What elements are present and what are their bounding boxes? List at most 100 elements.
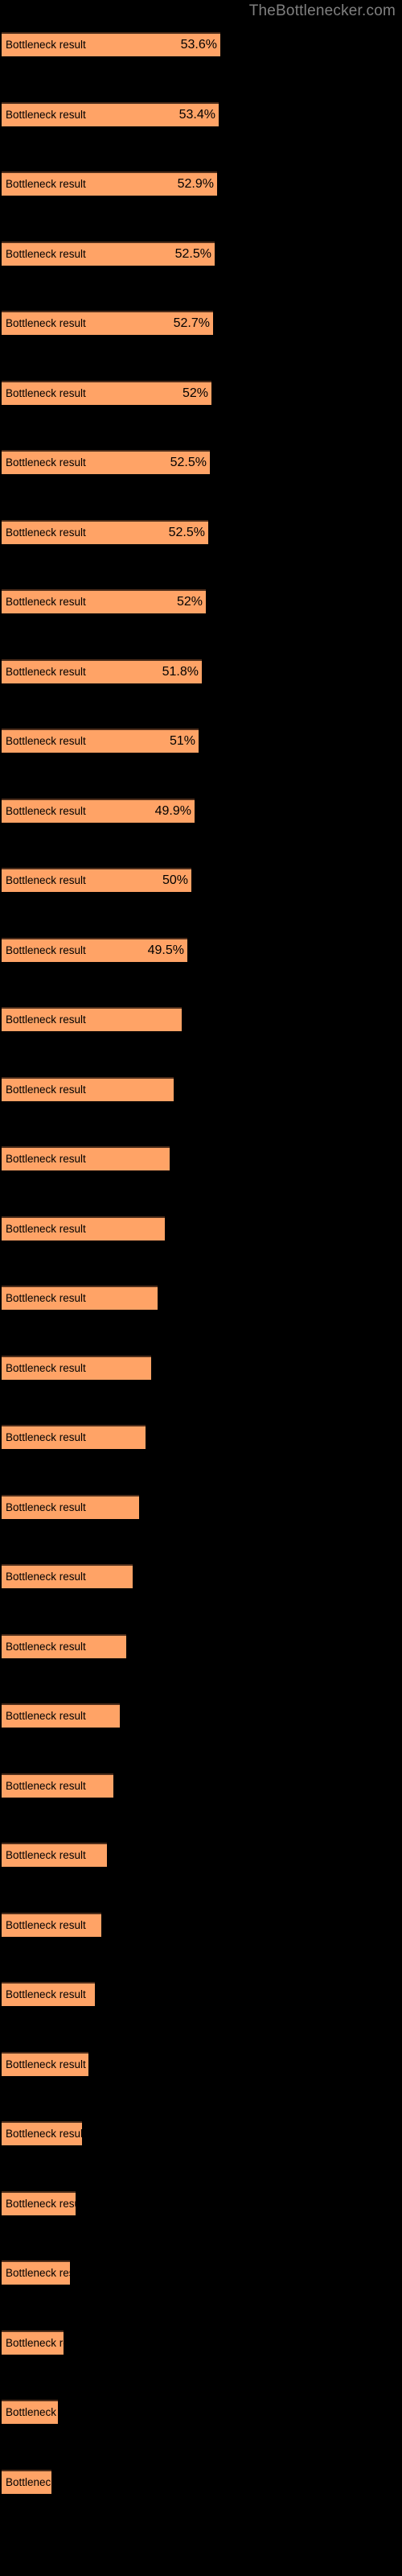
bar[interactable]: Bottleneck result xyxy=(2,1355,151,1380)
bar-row[interactable]: Bottleneck result xyxy=(0,1075,402,1103)
bar[interactable]: Bottleneck result xyxy=(2,1703,120,1728)
bar[interactable]: Bottleneck result xyxy=(2,1425,146,1449)
bar-row[interactable]: Bottleneck result 52.7% xyxy=(0,309,402,336)
bar-label: Bottleneck result xyxy=(6,1222,86,1235)
bar-row[interactable]: Bottleneck result xyxy=(0,1633,402,1660)
bar[interactable]: Bottleneck result xyxy=(2,1007,182,1031)
bar-row[interactable]: Bottleneck result xyxy=(0,2120,402,2147)
bar[interactable]: Bottleneck result xyxy=(2,1146,170,1170)
bar[interactable]: Bottleneck result xyxy=(2,2469,51,2494)
bar[interactable]: Bottleneck result 53.4% xyxy=(2,101,219,126)
bar[interactable]: Bottleneck result 51% xyxy=(2,729,199,753)
bar[interactable]: Bottleneck result xyxy=(2,2121,82,2145)
bar[interactable]: Bottleneck result xyxy=(2,1843,107,1867)
bar-row[interactable]: Bottleneck result xyxy=(0,1563,402,1590)
bar[interactable]: Bottleneck result xyxy=(2,1286,158,1310)
bar-row[interactable]: Bottleneck result 49.9% xyxy=(0,797,402,824)
bar[interactable]: Bottleneck result xyxy=(2,2400,58,2424)
bar-row[interactable]: Bottleneck result xyxy=(0,2259,402,2286)
bar[interactable]: Bottleneck result xyxy=(2,1633,126,1658)
bar-row[interactable]: Bottleneck result xyxy=(0,1980,402,2008)
bar-row[interactable]: Bottleneck result xyxy=(0,2398,402,2425)
bar-value: 53.6% xyxy=(180,38,217,52)
bar-row[interactable]: Bottleneck result 49.5% xyxy=(0,936,402,964)
bar-row[interactable]: Bottleneck result 51% xyxy=(0,727,402,754)
bar-value: 51% xyxy=(169,734,195,748)
bar-row[interactable]: Bottleneck result xyxy=(0,1493,402,1521)
bar[interactable]: Bottleneck result xyxy=(2,2190,76,2215)
bar-row[interactable]: Bottleneck result xyxy=(0,1841,402,1868)
bar[interactable]: Bottleneck result 52.7% xyxy=(2,311,213,335)
bar-row[interactable]: Bottleneck result xyxy=(0,1284,402,1311)
bar-label: Bottleneck result xyxy=(6,2267,70,2279)
bar-row[interactable]: Bottleneck result 53.4% xyxy=(0,101,402,128)
bar-label: Bottleneck result xyxy=(6,2475,51,2488)
bar-label: Bottleneck result xyxy=(6,1988,86,2000)
bar-row[interactable]: Bottleneck result xyxy=(0,2190,402,2217)
bar-row[interactable]: Bottleneck result 52.5% xyxy=(0,448,402,476)
bar[interactable]: Bottleneck result 49.5% xyxy=(2,937,187,962)
bar-label: Bottleneck result xyxy=(6,1918,86,1931)
bar-row[interactable]: Bottleneck result 52.5% xyxy=(0,240,402,267)
bar-label: Bottleneck result xyxy=(6,1640,86,1653)
bar[interactable]: Bottleneck result xyxy=(2,1564,133,1588)
bar-row[interactable]: Bottleneck result xyxy=(0,2468,402,2496)
bar[interactable]: Bottleneck result xyxy=(2,1216,165,1241)
bar-row[interactable]: Bottleneck result xyxy=(0,2050,402,2078)
bar-label: Bottleneck result xyxy=(6,1710,86,1722)
bar-label: Bottleneck result xyxy=(6,178,86,190)
bar-row[interactable]: Bottleneck result xyxy=(0,1423,402,1451)
bar-row[interactable]: Bottleneck result 50% xyxy=(0,866,402,894)
bar-row[interactable]: Bottleneck result xyxy=(0,1005,402,1033)
bar-row[interactable]: Bottleneck result xyxy=(0,1702,402,1729)
bar-row[interactable]: Bottleneck result 52% xyxy=(0,588,402,615)
bar-label: Bottleneck result xyxy=(6,1292,86,1304)
bar[interactable]: Bottleneck result xyxy=(2,1912,101,1937)
bar-row[interactable]: Bottleneck result xyxy=(0,1215,402,1242)
bar[interactable]: Bottleneck result xyxy=(2,2051,88,2076)
bar-row[interactable]: Bottleneck result xyxy=(0,1145,402,1172)
bar-row[interactable]: Bottleneck result 52.5% xyxy=(0,518,402,546)
bar-label: Bottleneck result xyxy=(6,1361,86,1374)
bar-value: 52% xyxy=(182,386,208,400)
bar[interactable]: Bottleneck result 52% xyxy=(2,380,211,405)
bar[interactable]: Bottleneck result 53.6% xyxy=(2,32,220,56)
bar-label: Bottleneck result xyxy=(6,2336,64,2349)
bar-label: Bottleneck result xyxy=(6,2406,58,2418)
bar[interactable]: Bottleneck result 52.5% xyxy=(2,241,215,266)
bar[interactable]: Bottleneck result 52.5% xyxy=(2,519,208,544)
bar-value: 51.8% xyxy=(162,664,199,679)
bar[interactable]: Bottleneck result xyxy=(2,2330,64,2355)
bar[interactable]: Bottleneck result xyxy=(2,1773,113,1798)
bar-value: 53.4% xyxy=(178,107,215,122)
bar-value: 52.9% xyxy=(177,177,214,191)
bar-label: Bottleneck result xyxy=(6,596,86,608)
bar-row[interactable]: Bottleneck result 51.8% xyxy=(0,658,402,685)
bar[interactable]: Bottleneck result xyxy=(2,1982,95,2006)
bar-row[interactable]: Bottleneck result xyxy=(0,1354,402,1381)
bar-value: 52.5% xyxy=(170,456,207,469)
bar[interactable]: Bottleneck result 52.5% xyxy=(2,450,210,474)
bar-label: Bottleneck result xyxy=(6,735,86,747)
bar[interactable]: Bottleneck result 52.9% xyxy=(2,171,217,196)
bar[interactable]: Bottleneck result 52% xyxy=(2,589,206,613)
bar[interactable]: Bottleneck result xyxy=(2,1076,174,1101)
bar-row[interactable]: Bottleneck result xyxy=(0,1772,402,1799)
bar-row[interactable]: Bottleneck result 53.6% xyxy=(0,31,402,58)
bar[interactable]: Bottleneck result xyxy=(2,2260,70,2285)
bar-row[interactable]: Bottleneck result 52.9% xyxy=(0,170,402,197)
bar-row[interactable]: Bottleneck result xyxy=(0,2329,402,2356)
bar[interactable]: Bottleneck result xyxy=(2,1494,139,1519)
bar-label: Bottleneck result xyxy=(6,526,86,539)
bar-label: Bottleneck result xyxy=(6,1501,86,1513)
bar-label: Bottleneck result xyxy=(6,2058,86,2070)
bar-label: Bottleneck result xyxy=(6,943,86,956)
bar-label: Bottleneck result xyxy=(6,317,86,329)
bar[interactable]: Bottleneck result 50% xyxy=(2,868,191,892)
bar-value: 52% xyxy=(176,595,203,609)
bar-row[interactable]: Bottleneck result 52% xyxy=(0,379,402,407)
bar-row[interactable]: Bottleneck result xyxy=(0,1911,402,1938)
bar-value: 52.7% xyxy=(173,316,210,330)
bar[interactable]: Bottleneck result 51.8% xyxy=(2,658,202,683)
bar[interactable]: Bottleneck result 49.9% xyxy=(2,798,195,823)
